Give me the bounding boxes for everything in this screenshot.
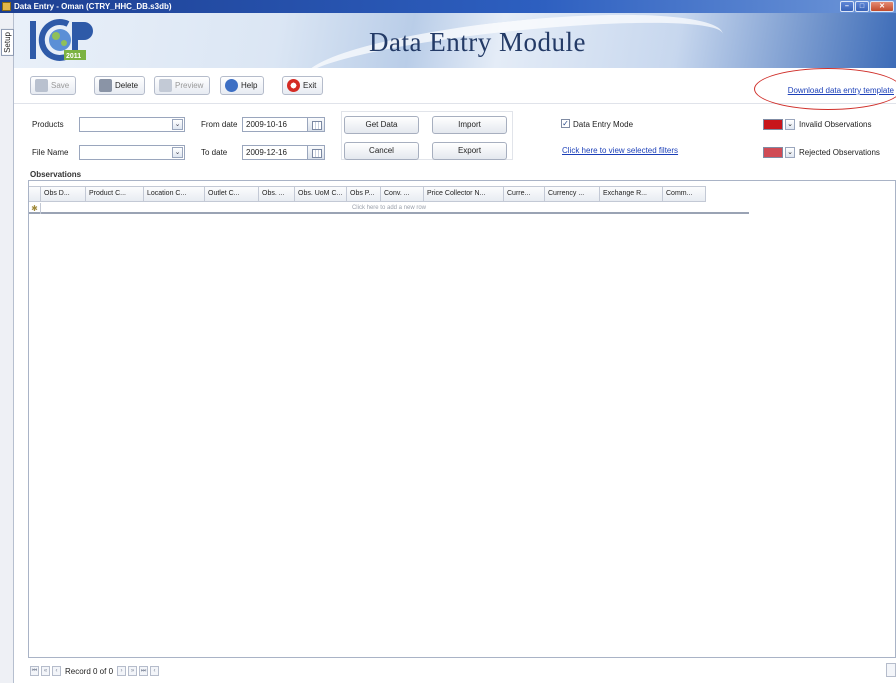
file-name-label: File Name [32,148,69,157]
module-banner: 2011 Data Entry Module [14,13,896,68]
view-filters-link[interactable]: Click here to view selected filters [562,146,678,155]
to-date-field[interactable]: 2009-12-16 [242,145,308,160]
previous-record-icon[interactable]: ‹ [52,666,61,676]
export-button[interactable]: Export [432,142,507,160]
close-button[interactable]: ✕ [870,1,894,12]
help-button[interactable]: Help [220,76,265,95]
floppy-icon [35,79,48,92]
column-header[interactable]: Product C... [86,187,144,201]
record-counter: Record 0 of 0 [65,666,114,676]
invalid-color-swatch[interactable] [763,119,783,130]
exit-label: Exit [303,81,317,90]
column-header[interactable]: Outlet C... [205,187,259,201]
window-controls: – □ ✕ [840,1,894,12]
data-entry-mode-checkbox[interactable]: ✓ [561,119,570,128]
first-record-icon[interactable]: ⏮ [30,666,39,676]
filter-panel: Products ⌄ File Name ⌄ From date 2009-10… [14,105,896,167]
new-row-hint: Click here to add a new row [351,205,427,211]
info-icon [225,79,238,92]
rejected-color-swatch[interactable] [763,147,783,158]
chevron-down-icon[interactable]: ⌄ [785,119,795,130]
column-header[interactable]: Exchange R... [600,187,663,201]
help-label: Help [241,81,258,90]
chevron-down-icon[interactable]: ⌄ [785,147,795,158]
page-title: Data Entry Module [369,27,586,57]
delete-button[interactable]: Delete [94,76,146,95]
observations-grid[interactable]: Obs D... Product C... Location C... Outl… [28,180,896,658]
column-header[interactable]: Obs D... [41,187,86,201]
logo-year: 2011 [66,53,81,60]
to-date-label: To date [201,148,228,157]
products-combo[interactable]: ⌄ [79,117,185,132]
side-panel: Setup [0,13,14,683]
from-date-field[interactable]: 2009-10-16 [242,117,308,132]
setup-tab[interactable]: Setup [1,29,14,56]
preview-label: Preview [175,81,204,90]
minimize-button[interactable]: – [840,1,854,12]
cancel-button[interactable]: Cancel [344,142,419,160]
import-button[interactable]: Import [432,116,507,134]
window-title-bar: Data Entry - Oman (CTRY_HHC_DB.s3db) – □… [0,0,896,13]
column-header[interactable]: Currency ... [545,187,600,201]
download-template-link[interactable]: Download data entry template [788,86,894,95]
toolbar: Save Delete Preview Help Exit Download d… [14,68,896,110]
exit-icon [287,79,300,92]
next-record-icon[interactable]: › [117,666,127,676]
rejected-observations-label: Rejected Observations [799,148,880,157]
scrollbar-corner [886,663,896,677]
calendar-icon[interactable] [307,117,325,132]
column-header[interactable]: Obs. ... [259,187,295,201]
invalid-observations-label: Invalid Observations [799,120,872,129]
previous-page-icon[interactable]: « [41,666,50,676]
record-navigator: ⏮ « ‹ Record 0 of 0 › » ⏭ ‹ [30,665,160,677]
printer-icon [159,79,172,92]
delete-label: Delete [115,81,139,90]
observations-label: Observations [30,170,82,179]
scroll-left-icon[interactable]: ‹ [150,666,160,676]
column-header[interactable]: Location C... [144,187,205,201]
column-header[interactable]: Obs P... [347,187,381,201]
products-label: Products [32,120,64,129]
app-icon [2,2,11,11]
data-entry-mode-label: Data Entry Mode [573,120,634,129]
new-row-star-icon: ✱ [29,203,41,214]
column-header[interactable]: Comm... [663,187,706,201]
from-date-label: From date [201,120,238,129]
column-header[interactable]: Curre... [504,187,545,201]
get-data-button[interactable]: Get Data [344,116,419,134]
icp-logo: 2011 [30,19,93,61]
file-name-combo[interactable]: ⌄ [79,145,185,160]
column-header[interactable]: Obs. UoM C... [295,187,347,201]
preview-button[interactable]: Preview [154,76,211,95]
save-button[interactable]: Save [30,76,77,95]
last-record-icon[interactable]: ⏭ [139,666,149,676]
new-row[interactable]: ✱ Click here to add a new row [29,203,749,214]
trash-icon [99,79,112,92]
chevron-down-icon[interactable]: ⌄ [172,147,183,158]
exit-button[interactable]: Exit [282,76,324,95]
column-header[interactable]: Price Collector N... [424,187,504,201]
window-title: Data Entry - Oman (CTRY_HHC_DB.s3db) [14,2,172,11]
save-label: Save [51,81,70,90]
calendar-icon[interactable] [307,145,325,160]
grid-header: Obs D... Product C... Location C... Outl… [29,186,706,202]
maximize-button[interactable]: □ [855,1,869,12]
next-page-icon[interactable]: » [128,666,138,676]
row-selector-header [29,187,41,201]
chevron-down-icon[interactable]: ⌄ [172,119,183,130]
column-header[interactable]: Conv. ... [381,187,424,201]
